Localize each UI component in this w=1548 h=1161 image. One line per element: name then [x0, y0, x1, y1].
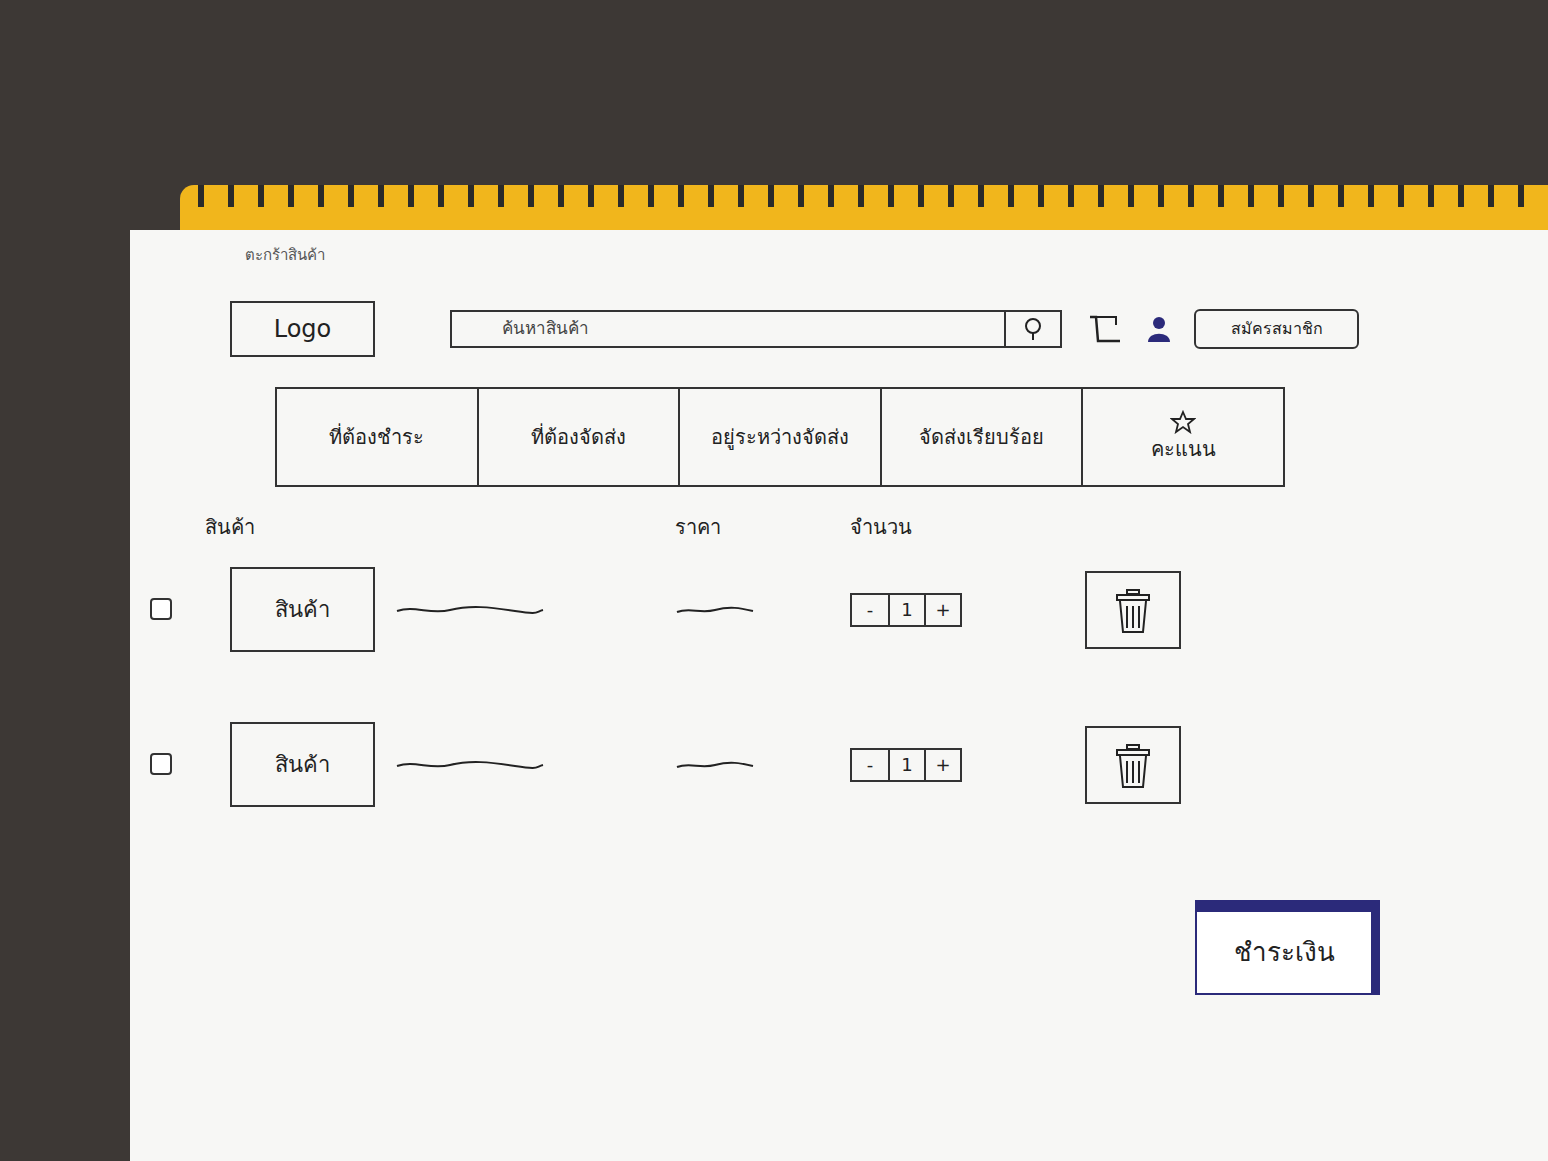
delete-button[interactable]	[1085, 571, 1181, 649]
desk: ตะกร้าสินค้าLogoสมัครสมาชิกที่ต้องชำระที…	[0, 0, 1548, 1161]
checkout-area: ชำระเงิน	[130, 900, 1548, 995]
delete-button[interactable]	[1085, 726, 1181, 804]
product-cell: สินค้า	[230, 722, 395, 807]
column-header: ราคา	[675, 512, 850, 542]
register-button[interactable]: สมัครสมาชิก	[1194, 309, 1359, 349]
cart-icon[interactable]	[1086, 309, 1126, 349]
name-cell	[395, 598, 675, 622]
tab-label: ที่ต้องชำระ	[329, 422, 424, 452]
order-tab[interactable]: ที่ต้องชำระ	[277, 389, 479, 485]
name-line-icon	[395, 598, 675, 622]
name-cell	[395, 753, 675, 777]
column-header: สินค้า	[150, 512, 395, 542]
product-image: สินค้า	[230, 567, 375, 652]
notebook-spiral	[180, 185, 1548, 230]
product-image: สินค้า	[230, 722, 375, 807]
trash-icon	[1113, 739, 1153, 791]
item-checkbox[interactable]	[150, 598, 172, 620]
logo[interactable]: Logo	[230, 301, 375, 357]
cart-item-row: สินค้า -1+	[130, 720, 1548, 810]
magnifier-icon	[1020, 316, 1046, 342]
price-line-icon	[675, 598, 850, 622]
trash-icon	[1113, 584, 1153, 636]
quantity-value[interactable]: 1	[888, 750, 924, 780]
search-box	[450, 310, 1062, 348]
increment-button[interactable]: +	[924, 595, 960, 625]
star-icon	[1170, 410, 1196, 434]
increment-button[interactable]: +	[924, 750, 960, 780]
user-icon[interactable]	[1144, 314, 1174, 344]
order-tab[interactable]: ที่ต้องจัดส่ง	[479, 389, 681, 485]
checkout-button[interactable]: ชำระเงิน	[1195, 900, 1380, 995]
order-tab[interactable]: อยู่ระหว่างจัดส่ง	[680, 389, 882, 485]
search-input[interactable]	[452, 312, 1004, 346]
page-caption: ตะกร้าสินค้า	[245, 244, 1548, 267]
delete-cell	[1085, 726, 1195, 804]
product-cell: สินค้า	[230, 567, 395, 652]
checkbox-cell	[150, 753, 230, 777]
order-tab[interactable]: จัดส่งเรียบร้อย	[882, 389, 1084, 485]
item-checkbox[interactable]	[150, 753, 172, 775]
tab-content: คะแนน	[1151, 410, 1216, 464]
name-line-icon	[395, 753, 675, 777]
tab-content: อยู่ระหว่างจัดส่ง	[711, 422, 849, 452]
tab-label: อยู่ระหว่างจัดส่ง	[711, 422, 849, 452]
delete-cell	[1085, 571, 1195, 649]
tab-label: ที่ต้องจัดส่ง	[531, 422, 626, 452]
quantity-stepper: -1+	[850, 748, 962, 782]
checkbox-cell	[150, 598, 230, 622]
tab-content: ที่ต้องจัดส่ง	[531, 422, 626, 452]
column-headers: สินค้า ราคาจำนวน	[130, 509, 1548, 545]
header-bar: Logo สมัครสมาชิก	[130, 301, 1548, 357]
decrement-button[interactable]: -	[852, 595, 888, 625]
order-tab[interactable]: คะแนน	[1083, 389, 1283, 485]
tab-content: ที่ต้องชำระ	[329, 422, 424, 452]
tab-content: จัดส่งเรียบร้อย	[919, 422, 1044, 452]
column-header: จำนวน	[850, 512, 1085, 542]
quantity-cell: -1+	[850, 748, 1085, 782]
cart-item-row: สินค้า -1+	[130, 565, 1548, 655]
price-line-icon	[675, 753, 850, 777]
price-cell	[675, 753, 850, 777]
quantity-stepper: -1+	[850, 593, 962, 627]
price-cell	[675, 598, 850, 622]
paper-sheet: ตะกร้าสินค้าLogoสมัครสมาชิกที่ต้องชำระที…	[130, 230, 1548, 1161]
order-tabs: ที่ต้องชำระ ที่ต้องจัดส่ง อยู่ระหว่างจัดส่…	[275, 387, 1285, 487]
decrement-button[interactable]: -	[852, 750, 888, 780]
search-button[interactable]	[1004, 312, 1060, 346]
quantity-value[interactable]: 1	[888, 595, 924, 625]
tab-label: คะแนน	[1151, 434, 1216, 464]
quantity-cell: -1+	[850, 593, 1085, 627]
tab-label: จัดส่งเรียบร้อย	[919, 422, 1044, 452]
